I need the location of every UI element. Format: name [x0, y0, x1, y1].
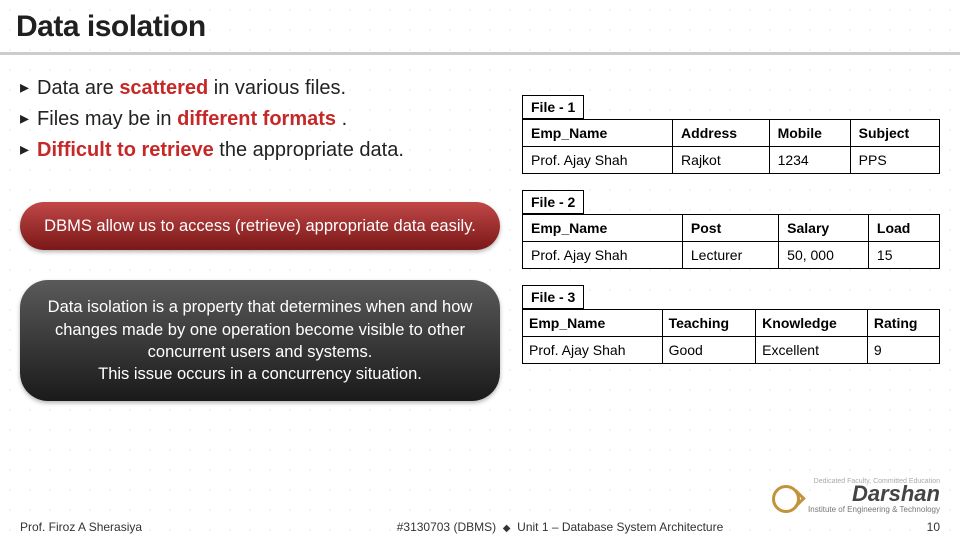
- table-header: Subject: [850, 120, 939, 147]
- table-cell: 1234: [769, 147, 850, 174]
- table-cell: 9: [867, 337, 939, 364]
- table-cell: Prof. Ajay Shah: [523, 242, 683, 269]
- bullet-emph: different formats: [177, 108, 336, 130]
- content-area: Data are scattered in various files. Fil…: [0, 55, 960, 540]
- bullet-text: Files may be in: [37, 108, 177, 130]
- table-header: Emp_Name: [523, 120, 673, 147]
- right-column: File - 1 Emp_Name Address Mobile Subject…: [522, 71, 940, 540]
- table-cell: Excellent: [756, 337, 868, 364]
- table-header-row: Emp_Name Teaching Knowledge Rating: [523, 310, 940, 337]
- footer-author: Prof. Firoz A Sherasiya: [20, 520, 220, 534]
- footer-unit: Unit 1 – Database System Architecture: [517, 520, 723, 534]
- bullet-item: Difficult to retrieve the appropriate da…: [20, 137, 500, 164]
- bullet-text: .: [336, 108, 347, 130]
- bullet-item: Data are scattered in various files.: [20, 75, 500, 102]
- table-header: Mobile: [769, 120, 850, 147]
- bullet-emph: scattered: [119, 77, 208, 99]
- callout-red-pill: DBMS allow us to access (retrieve) appro…: [20, 202, 500, 250]
- table-header: Post: [682, 215, 778, 242]
- slide-footer: Prof. Firoz A Sherasiya #3130703 (DBMS) …: [0, 520, 960, 534]
- table-header: Rating: [867, 310, 939, 337]
- bullet-text: Data are: [37, 77, 119, 99]
- title-bar: Data isolation: [0, 0, 960, 55]
- table-cell: Lecturer: [682, 242, 778, 269]
- logo-name: Darshan: [808, 483, 940, 505]
- table-header-row: Emp_Name Post Salary Load: [523, 215, 940, 242]
- file-block-3: File - 3 Emp_Name Teaching Knowledge Rat…: [522, 285, 940, 364]
- table-cell: Rajkot: [673, 147, 770, 174]
- bullet-list: Data are scattered in various files. Fil…: [20, 71, 500, 168]
- logo-mark-icon: [772, 485, 800, 513]
- table-row: Prof. Ajay Shah Lecturer 50, 000 15: [523, 242, 940, 269]
- file-block-1: File - 1 Emp_Name Address Mobile Subject…: [522, 95, 940, 174]
- diamond-icon: ◆: [503, 523, 511, 534]
- file-table-3: Emp_Name Teaching Knowledge Rating Prof.…: [522, 309, 940, 364]
- file-label: File - 1: [522, 95, 584, 119]
- footer-course-code: #3130703 (DBMS): [397, 520, 496, 534]
- bullet-item: Files may be in different formats .: [20, 106, 500, 133]
- file-label: File - 3: [522, 285, 584, 309]
- left-column: Data are scattered in various files. Fil…: [20, 71, 500, 540]
- table-header: Teaching: [662, 310, 756, 337]
- logo-subtitle: Institute of Engineering & Technology: [808, 505, 940, 514]
- table-row: Prof. Ajay Shah Good Excellent 9: [523, 337, 940, 364]
- table-row: Prof. Ajay Shah Rajkot 1234 PPS: [523, 147, 940, 174]
- bullet-text: in various files.: [208, 77, 346, 99]
- table-header-row: Emp_Name Address Mobile Subject: [523, 120, 940, 147]
- file-table-1: Emp_Name Address Mobile Subject Prof. Aj…: [522, 119, 940, 174]
- file-block-2: File - 2 Emp_Name Post Salary Load Prof.…: [522, 190, 940, 269]
- table-header: Emp_Name: [523, 215, 683, 242]
- table-cell: 15: [868, 242, 939, 269]
- file-label: File - 2: [522, 190, 584, 214]
- table-cell: PPS: [850, 147, 939, 174]
- institute-logo: Dedicated Faculty, Committed Education D…: [772, 478, 940, 514]
- table-header: Load: [868, 215, 939, 242]
- footer-page-number: 10: [900, 520, 940, 534]
- callout-dark-pill: Data isolation is a property that determ…: [20, 280, 500, 401]
- table-cell: Prof. Ajay Shah: [523, 147, 673, 174]
- table-cell: 50, 000: [779, 242, 869, 269]
- bullet-text: the appropriate data.: [214, 139, 404, 161]
- file-table-2: Emp_Name Post Salary Load Prof. Ajay Sha…: [522, 214, 940, 269]
- table-header: Salary: [779, 215, 869, 242]
- table-cell: Good: [662, 337, 756, 364]
- table-header: Knowledge: [756, 310, 868, 337]
- table-header: Address: [673, 120, 770, 147]
- slide-title: Data isolation: [16, 10, 944, 44]
- footer-course: #3130703 (DBMS) ◆ Unit 1 – Database Syst…: [220, 520, 900, 534]
- bullet-emph: Difficult to retrieve: [37, 139, 214, 161]
- table-cell: Prof. Ajay Shah: [523, 337, 663, 364]
- table-header: Emp_Name: [523, 310, 663, 337]
